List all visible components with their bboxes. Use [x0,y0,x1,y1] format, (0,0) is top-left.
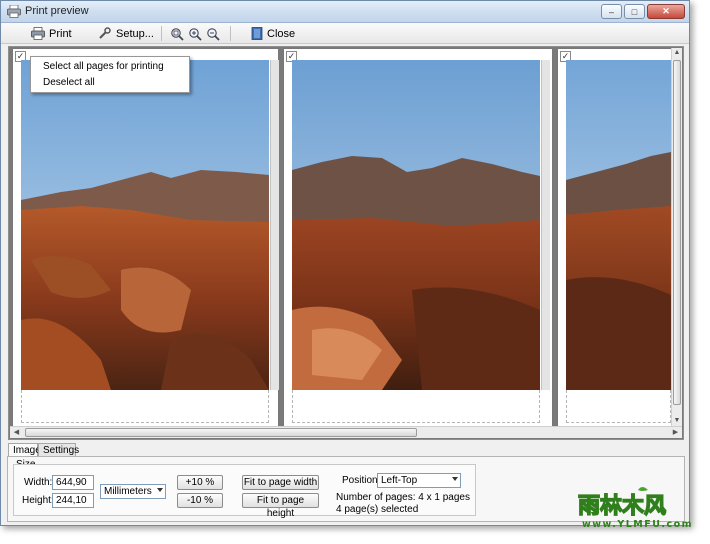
watermark-logo-text: 雨林木风 [578,494,666,519]
horizontal-scroll-thumb[interactable] [25,428,417,437]
setup-wrench-icon [99,27,111,39]
number-of-pages-text: Number of pages: 4 x 1 pages [336,492,470,503]
setup-label: Setup... [116,27,154,40]
menu-item-deselect-all[interactable]: Deselect all [43,77,95,88]
page-margin-guide [21,390,269,423]
preview-page-1[interactable]: ✓ [12,48,279,427]
fit-to-page-height-button[interactable]: Fit to page height [242,493,319,519]
zoom-fit-icon [171,27,184,41]
toolbar-separator [161,26,162,41]
preview-area[interactable]: ✓ ✓ ✓ ▲ ▼ ◀ ▶ [8,46,684,440]
preview-page-3[interactable]: ✓ [557,48,674,427]
units-selected-value: Millimeters [104,486,152,497]
close-door-icon [251,27,263,40]
height-field[interactable]: 244,10 [52,493,94,508]
scroll-up-arrow-icon[interactable]: ▲ [672,48,682,58]
page-margin-guide [566,390,671,423]
print-preview-window: Print preview ‒ □ ✕ Print Setup... Close… [0,0,690,526]
printer-app-icon [7,5,21,18]
watermark-logo: 雨林木风 www.YLMFU.com [576,486,694,532]
vertical-scroll-thumb[interactable] [673,60,681,405]
zoom-out-button[interactable] [206,25,220,42]
zoom-in-button[interactable] [188,25,202,42]
scroll-down-arrow-icon[interactable]: ▼ [672,416,682,426]
units-select[interactable]: Millimeters [100,484,166,499]
setup-button[interactable]: Setup... [98,25,154,42]
print-label: Print [49,27,72,40]
toolbar-separator [230,26,231,41]
landscape-photo [21,60,269,390]
printer-icon [31,27,45,40]
watermark-url: www.YLMFU.com [582,519,693,530]
close-preview-button[interactable]: Close [251,25,295,42]
position-selected-value: Left-Top [381,475,418,486]
position-select[interactable]: Left-Top [377,473,461,488]
menu-item-select-all-pages[interactable]: Select all pages for printing [43,61,164,72]
zoom-fit-button[interactable] [170,25,184,42]
dropdown-arrow-icon [452,477,458,481]
width-label: Width: [24,477,53,488]
tab-settings[interactable]: Settings [38,443,79,457]
preview-page-2[interactable]: ✓ [283,48,553,427]
landscape-photo [566,60,671,390]
size-group: Width: 644,90 Height: 244,10 Millimeters… [13,464,476,519]
print-button[interactable]: Print [31,25,72,42]
decrease-10-percent-button[interactable]: -10 % [177,493,223,508]
toolbar: Print Setup... Close [1,23,689,44]
zoom-in-icon [189,27,202,41]
dropdown-arrow-icon [157,488,163,492]
preview-horizontal-scrollbar[interactable]: ◀ ▶ [10,426,682,438]
preview-vertical-scrollbar[interactable]: ▲ ▼ [671,48,682,426]
pages-selected-text: 4 page(s) selected [336,504,419,515]
fit-to-page-width-button[interactable]: Fit to page width [242,475,319,490]
width-field[interactable]: 644,90 [52,475,94,490]
maximize-button[interactable]: □ [624,4,645,19]
window-title: Print preview [25,5,89,17]
position-label: Position: [342,475,381,486]
close-label: Close [267,27,296,40]
close-window-button[interactable]: ✕ [647,4,685,19]
scroll-left-arrow-icon[interactable]: ◀ [11,428,22,437]
zoom-out-icon [207,27,220,41]
context-menu: Select all pages for printing Deselect a… [30,56,190,93]
scroll-right-arrow-icon[interactable]: ▶ [670,428,681,437]
page-scrollbar[interactable] [541,60,550,390]
increase-10-percent-button[interactable]: +10 % [177,475,223,490]
title-bar[interactable]: Print preview ‒ □ ✕ [1,1,689,23]
page-scrollbar[interactable] [270,60,279,390]
landscape-photo [292,60,540,390]
height-label: Height: [22,495,54,506]
watermark-logo-graphic: 雨林木风 www.YLMFU.com [577,487,693,530]
minimize-button[interactable]: ‒ [601,4,622,19]
page-margin-guide [292,390,540,423]
